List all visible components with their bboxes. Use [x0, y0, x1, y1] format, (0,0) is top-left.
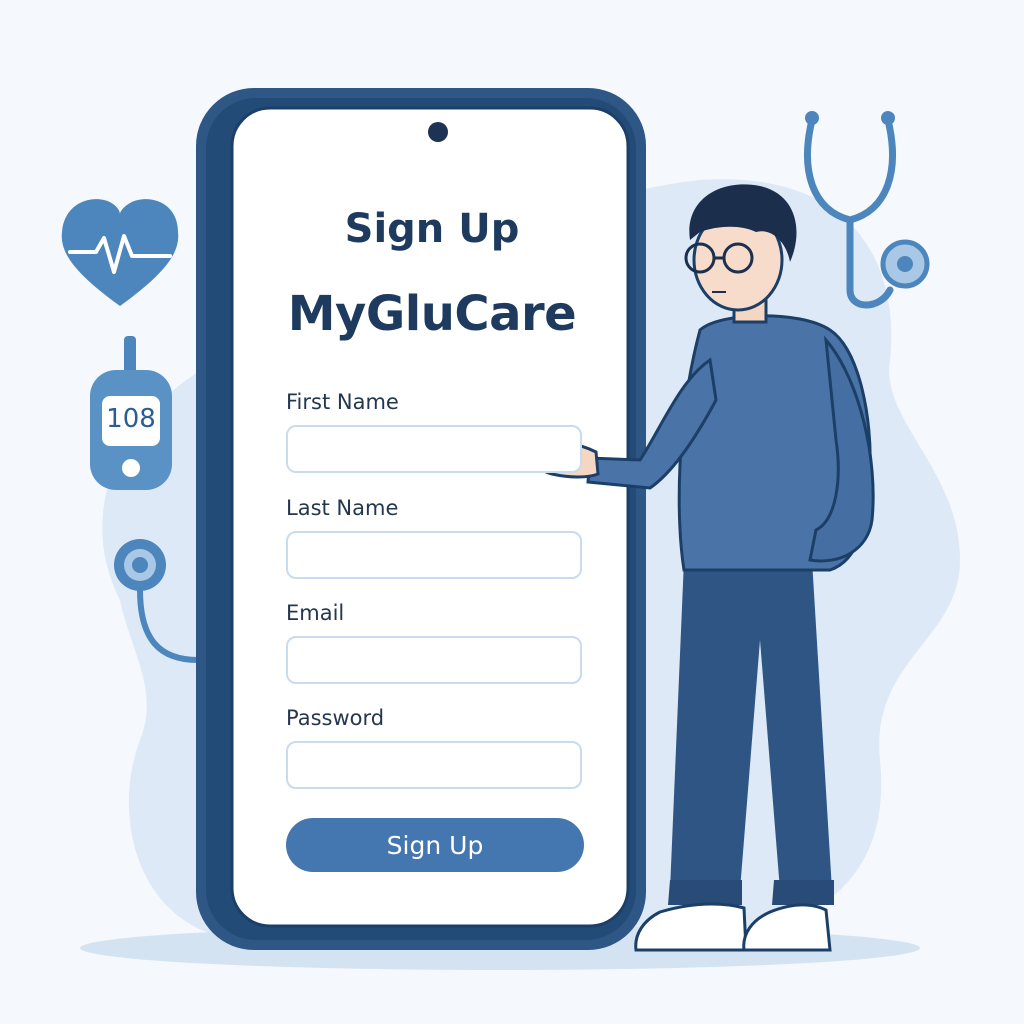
- signup-screen: Sign Up MyGluCare First Name Last Name E…: [236, 110, 628, 924]
- email-label: Email: [286, 601, 345, 625]
- heart-pulse-icon: [61, 199, 179, 306]
- glucose-reading: 108: [106, 404, 156, 434]
- app-name: MyGluCare: [287, 286, 577, 342]
- first-name-label: First Name: [286, 390, 399, 414]
- password-field[interactable]: [286, 741, 582, 789]
- last-name-field[interactable]: [286, 531, 582, 579]
- first-name-field[interactable]: [286, 425, 582, 473]
- password-label: Password: [286, 706, 385, 730]
- email-field[interactable]: [286, 636, 582, 684]
- sign-up-button[interactable]: Sign Up: [286, 818, 584, 872]
- scene: 108 Sign Up MyGluCare First Name Last Na…: [0, 0, 1024, 1024]
- last-name-label: Last Name: [286, 496, 399, 520]
- page-title: Sign Up: [344, 206, 520, 252]
